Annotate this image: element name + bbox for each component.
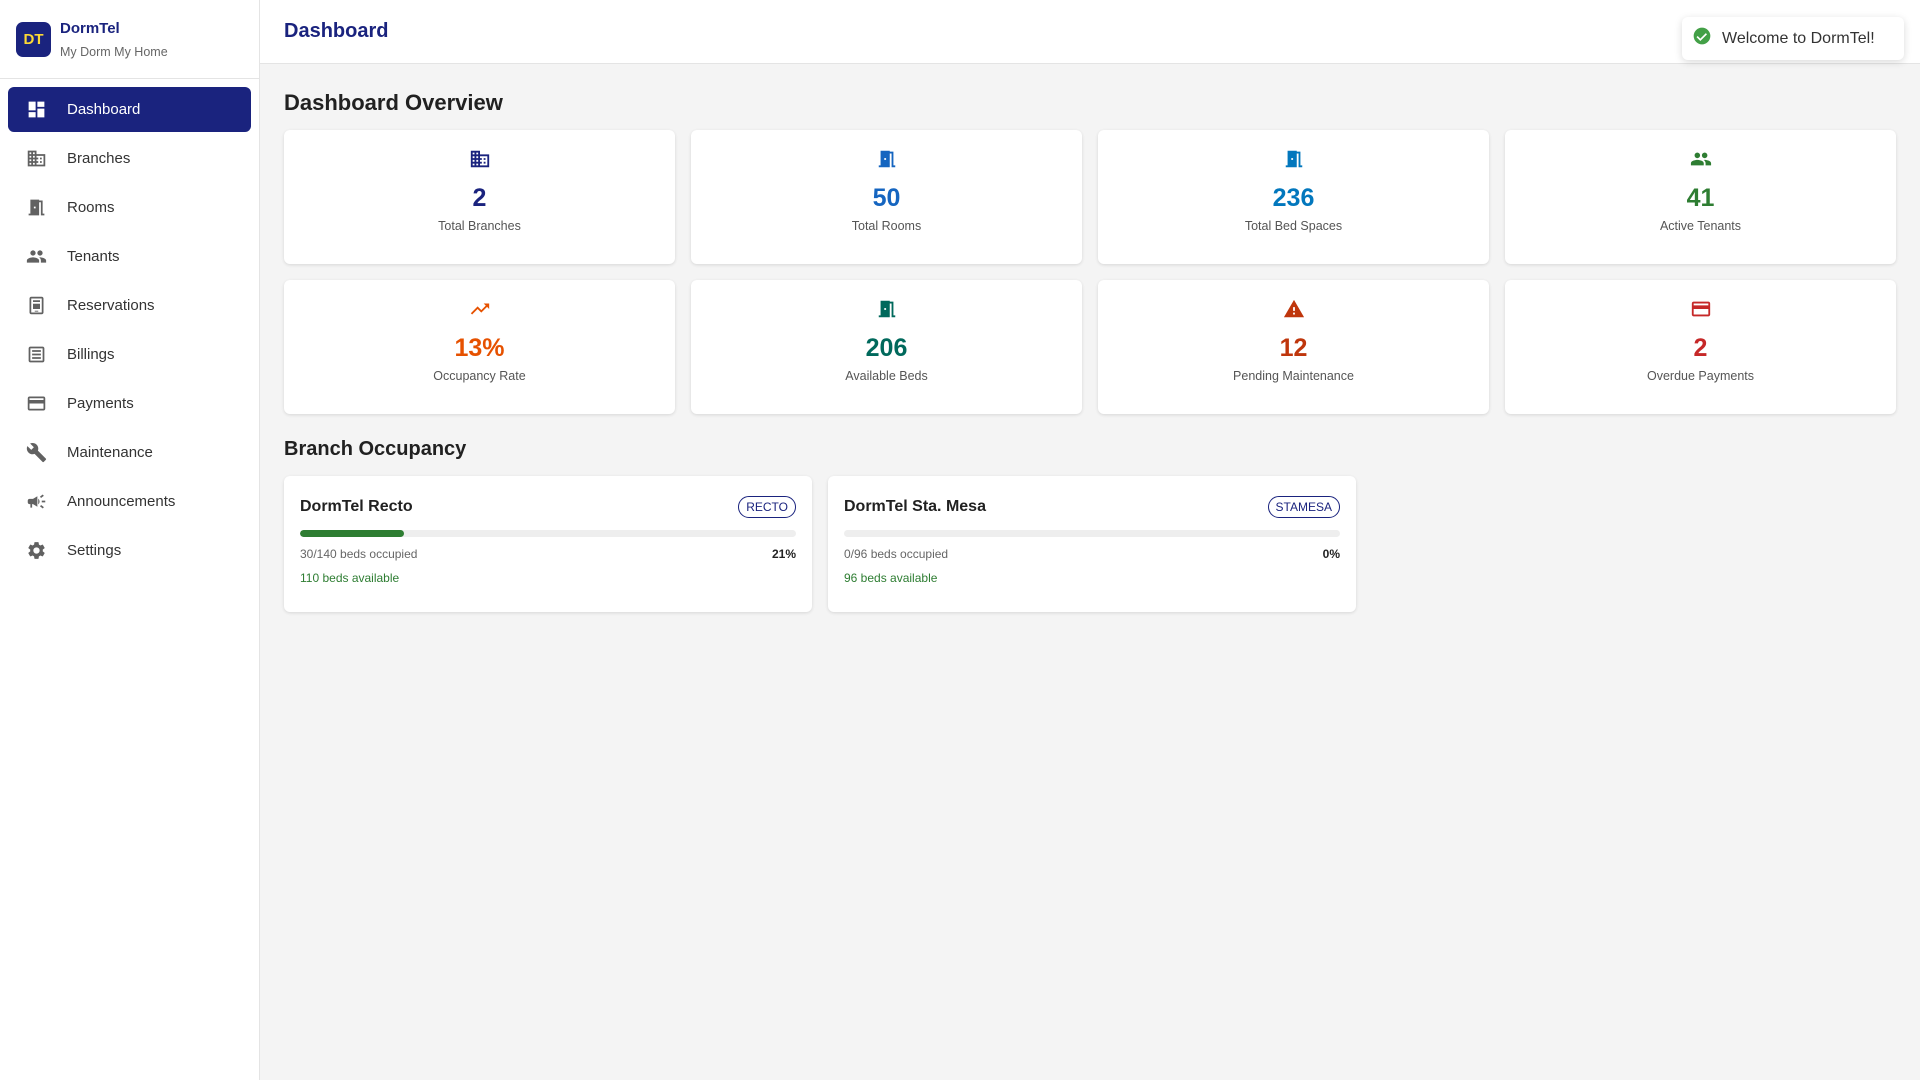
sidebar-item-label: Tenants — [67, 248, 120, 265]
stat-card-available-beds: 206 Available Beds — [691, 280, 1082, 414]
brand-header: DT DormTel My Dorm My Home — [0, 0, 259, 79]
building-icon — [469, 148, 491, 175]
branch-code-badge: RECTO — [738, 496, 796, 518]
door-icon — [1283, 148, 1305, 175]
dashboard-content: Dashboard Overview 2 Total Branches 50 T… — [260, 90, 1920, 612]
sidebar-item-rooms[interactable]: Rooms — [8, 185, 251, 230]
occupancy-percent: 0% — [1322, 547, 1340, 561]
stat-value: 2 — [472, 184, 487, 212]
brand-name: DormTel — [60, 20, 120, 37]
page-title: Dashboard — [284, 20, 389, 42]
stats-grid: 2 Total Branches 50 Total Rooms 236 Tota… — [284, 130, 1896, 414]
occupancy-bar — [844, 530, 1340, 537]
credit-card-icon — [25, 393, 47, 415]
brand-tagline: My Dorm My Home — [60, 45, 168, 59]
top-bar: Dashboard — [260, 0, 1920, 64]
sidebar-item-branches[interactable]: Branches — [8, 136, 251, 181]
sidebar-item-billings[interactable]: Billings — [8, 332, 251, 377]
toast-message: Welcome to DormTel! — [1722, 29, 1875, 47]
stat-label: Total Rooms — [851, 219, 922, 233]
stat-label: Total Bed Spaces — [1244, 219, 1343, 233]
stat-card-total-bed-spaces: 236 Total Bed Spaces — [1098, 130, 1489, 264]
sidebar-item-announcements[interactable]: Announcements — [8, 479, 251, 524]
beds-available-text: 96 beds available — [844, 571, 938, 585]
stat-card-total-rooms: 50 Total Rooms — [691, 130, 1082, 264]
occupancy-row: 0/96 beds occupied 0% — [844, 547, 1340, 561]
stat-value: 13% — [454, 334, 505, 362]
overview-title: Dashboard Overview — [284, 90, 503, 115]
occupancy-row: 30/140 beds occupied 21% — [300, 547, 796, 561]
sidebar-item-label: Rooms — [67, 199, 115, 216]
stat-value: 2 — [1693, 334, 1708, 362]
sidebar-item-label: Maintenance — [67, 444, 153, 461]
trending-up-icon — [469, 298, 491, 325]
stat-value: 41 — [1686, 184, 1715, 212]
door-icon — [25, 197, 47, 219]
beds-occupied-text: 30/140 beds occupied — [300, 547, 418, 561]
people-icon — [1690, 148, 1712, 175]
sidebar-item-settings[interactable]: Settings — [8, 528, 251, 573]
sidebar-item-dashboard[interactable]: Dashboard — [8, 87, 251, 132]
dashboard-icon — [25, 99, 47, 121]
sidebar-item-label: Branches — [67, 150, 131, 167]
stat-card-overdue-payments: 2 Overdue Payments — [1505, 280, 1896, 414]
warning-icon — [1283, 298, 1305, 325]
stat-value: 236 — [1272, 184, 1315, 212]
check-circle-icon — [1692, 26, 1722, 51]
credit-card-icon — [1690, 298, 1712, 325]
beds-available-text: 110 beds available — [300, 571, 400, 585]
occupancy-bar-fill — [300, 530, 405, 537]
beds-occupied-text: 0/96 beds occupied — [844, 547, 949, 561]
stat-label: Active Tenants — [1659, 219, 1742, 233]
stat-card-total-branches: 2 Total Branches — [284, 130, 675, 264]
building-icon — [25, 148, 47, 170]
stat-card-active-tenants: 41 Active Tenants — [1505, 130, 1896, 264]
stat-value: 12 — [1279, 334, 1308, 362]
stat-value: 206 — [865, 334, 908, 362]
branch-card-recto[interactable]: DormTel Recto RECTO 30/140 beds occupied… — [284, 476, 812, 612]
branch-card-sta-mesa[interactable]: DormTel Sta. Mesa STAMESA 0/96 beds occu… — [828, 476, 1356, 612]
sidebar-item-tenants[interactable]: Tenants — [8, 234, 251, 279]
branch-name: DormTel Recto — [300, 498, 413, 515]
sidebar-item-label: Announcements — [67, 493, 176, 510]
stat-card-pending-maintenance: 12 Pending Maintenance — [1098, 280, 1489, 414]
sidebar-item-label: Billings — [67, 346, 115, 363]
sidebar-item-label: Settings — [67, 542, 122, 559]
sidebar-item-label: Reservations — [67, 297, 155, 314]
sidebar-item-label: Dashboard — [67, 101, 141, 118]
megaphone-icon — [25, 491, 47, 513]
stat-label: Total Branches — [438, 219, 521, 233]
brand-text: DormTel My Dorm My Home — [60, 19, 168, 59]
stat-label: Overdue Payments — [1647, 369, 1754, 383]
branch-header: DormTel Recto RECTO — [300, 496, 796, 518]
sidebar: DT DormTel My Dorm My Home Dashboard Bra… — [0, 0, 260, 1080]
branch-code-badge: STAMESA — [1267, 496, 1340, 518]
sidebar-nav: Dashboard Branches Rooms Tenants Reserva… — [0, 79, 259, 573]
occupancy-bar — [300, 530, 796, 537]
door-icon — [876, 148, 898, 175]
sidebar-item-reservations[interactable]: Reservations — [8, 283, 251, 328]
brand-logo: DT — [16, 21, 51, 57]
occupancy-percent: 21% — [771, 547, 796, 561]
gear-icon — [25, 540, 47, 562]
sidebar-item-payments[interactable]: Payments — [8, 381, 251, 426]
branch-name: DormTel Sta. Mesa — [844, 498, 986, 515]
branch-occupancy-title: Branch Occupancy — [284, 438, 467, 460]
stat-label: Available Beds — [845, 369, 928, 383]
receipt-icon — [25, 344, 47, 366]
stat-card-occupancy-rate: 13% Occupancy Rate — [284, 280, 675, 414]
sidebar-item-label: Payments — [67, 395, 134, 412]
door-icon — [876, 298, 898, 325]
reservation-icon — [25, 295, 47, 317]
branch-grid: DormTel Recto RECTO 30/140 beds occupied… — [284, 476, 1896, 612]
people-icon — [25, 246, 47, 268]
main-area: Dashboard Dashboard Overview 2 Total Bra… — [260, 0, 1920, 1080]
branch-header: DormTel Sta. Mesa STAMESA — [844, 496, 1340, 518]
stat-label: Pending Maintenance — [1233, 369, 1354, 383]
sidebar-item-maintenance[interactable]: Maintenance — [8, 430, 251, 475]
welcome-toast[interactable]: Welcome to DormTel! — [1682, 17, 1904, 60]
stat-label: Occupancy Rate — [433, 369, 526, 383]
wrench-icon — [25, 442, 47, 464]
stat-value: 50 — [872, 184, 901, 212]
